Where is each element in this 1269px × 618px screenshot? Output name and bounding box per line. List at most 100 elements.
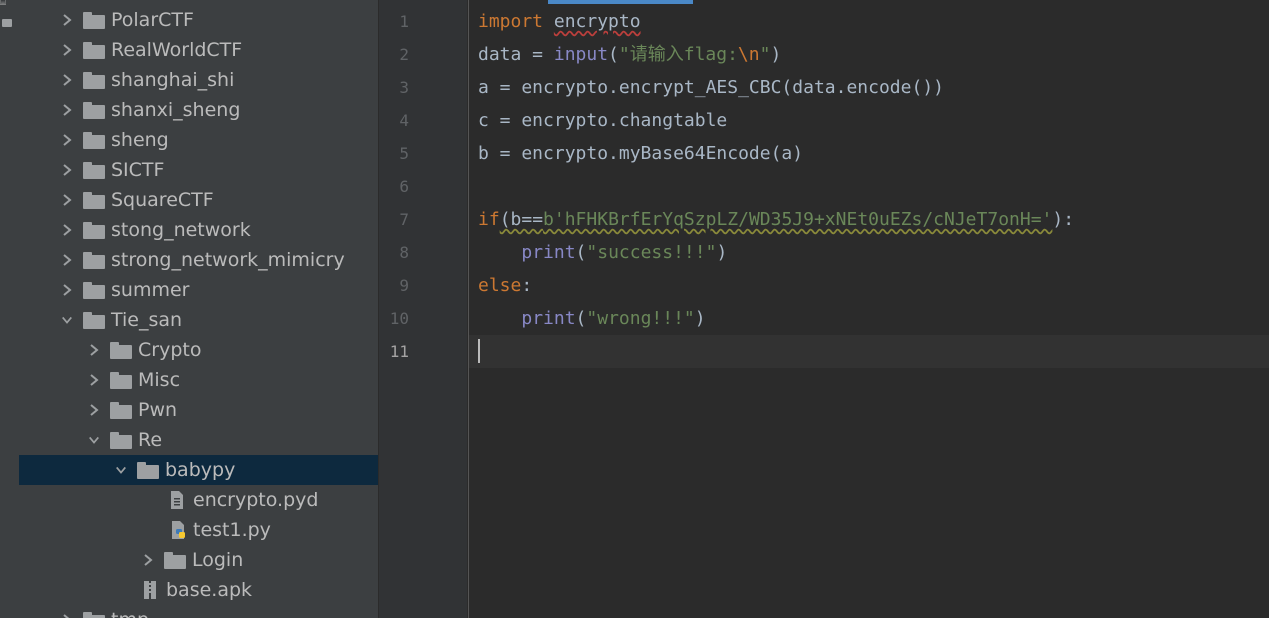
chevron-down-icon[interactable] [88,432,100,448]
folder-icon [164,551,186,569]
code-line-9[interactable]: else: [478,269,532,302]
line-number: 3 [399,78,409,97]
chevron-right-icon[interactable] [61,612,73,618]
line-number: 5 [399,144,409,163]
code-line-8[interactable]: print("success!!!") [478,236,727,269]
code-line-2[interactable]: data = input("请输入flag:\n") [478,38,781,71]
tree-item[interactable]: Misc [19,365,378,395]
folder-icon [83,131,105,149]
line-number-gutter: 1 2 3 4 5 6 7 8 9 10 11 [379,0,467,618]
tree-item[interactable]: encrypto.pyd [19,485,378,515]
tree-item-label: SquareCTF [111,189,214,211]
code-line-5[interactable]: b = encrypto.myBase64Encode(a) [478,137,803,170]
tree-item[interactable]: Re [19,425,378,455]
tree-item[interactable]: Crypto [19,335,378,365]
gutter-divider [468,0,469,618]
tree-item[interactable]: strong_network_mimicry [19,245,378,275]
chevron-right-icon[interactable] [142,552,154,568]
chevron-right-icon[interactable] [61,222,73,238]
tree-item[interactable]: shanxi_sheng [19,95,378,125]
chevron-right-icon[interactable] [61,42,73,58]
folder-tool-icon[interactable] [2,19,12,27]
line-number: 4 [399,111,409,130]
chevron-down-icon[interactable] [61,312,73,328]
chevron-down-icon[interactable] [115,462,127,478]
tree-item[interactable]: SICTF [19,155,378,185]
tree-item[interactable]: RealWorldCTF [19,35,378,65]
tree-item-label: summer [111,279,190,301]
chevron-right-icon[interactable] [88,402,100,418]
line-number: 9 [399,276,409,295]
tree-item-label: Re [138,429,163,451]
code-line-4[interactable]: c = encrypto.changtable [478,104,727,137]
tree-item-label: shanghai_shi [111,69,235,91]
tree-item[interactable]: babypy [19,455,378,485]
project-tree: PolarCTF RealWorldCTF shanghai_shi shanxi_s… [19,0,378,618]
line-number: 10 [389,309,409,328]
tree-item-label: stong_network [111,219,251,241]
chevron-right-icon[interactable] [61,12,73,28]
code-line-10[interactable]: print("wrong!!!") [478,302,705,335]
code-editor[interactable]: 1 2 3 4 5 6 7 8 9 10 11 import encrypto data = inp… [379,0,1269,618]
code-line-3[interactable]: a = encrypto.encrypt_AES_CBC(data.encode… [478,71,944,104]
active-tab-indicator [548,0,693,4]
tree-item[interactable]: sheng [19,125,378,155]
tree-item-label: SICTF [111,159,165,181]
tree-item-label: PolarCTF [111,9,194,31]
folder-icon [83,71,105,89]
line-number: 8 [399,243,409,262]
tree-item-label: shanxi_sheng [111,99,241,121]
folder-icon [83,161,105,179]
folder-icon [110,341,132,359]
tree-item[interactable]: stong_network [19,215,378,245]
tree-item-label: encrypto.pyd [193,489,319,511]
chevron-right-icon[interactable] [61,252,73,268]
line-number: 1 [399,12,409,31]
folder-icon [83,101,105,119]
tree-item[interactable]: Login [19,545,378,575]
tree-item[interactable]: summer [19,275,378,305]
folder-icon [83,611,105,618]
folder-icon [83,251,105,269]
line-number: 7 [399,210,409,229]
tree-item-label: tmp [111,605,149,618]
archive-file-icon [142,580,158,600]
chevron-right-icon[interactable] [88,342,100,358]
tree-item[interactable]: Pwn [19,395,378,425]
code-line-1[interactable]: import encrypto [478,5,641,38]
tree-item[interactable]: tmp [19,605,378,618]
folder-icon [83,11,105,29]
folder-icon [83,311,105,329]
tree-item[interactable]: shanghai_shi [19,65,378,95]
folder-icon [83,221,105,239]
tree-item[interactable]: SquareCTF [19,185,378,215]
chevron-right-icon[interactable] [61,192,73,208]
tree-item[interactable]: PolarCTF [19,5,378,35]
line-number: 11 [389,342,409,361]
tree-item-label: strong_network_mimicry [111,249,345,271]
code-line-7[interactable]: if(b==b'hFHKBrfErYqSzpLZ/WD35J9+xNEt0uEZ… [478,203,1074,236]
tree-item-label: Login [192,549,244,571]
tree-item-label: Crypto [138,339,202,361]
tree-item[interactable]: test1.py [19,515,378,545]
project-tool-icon[interactable]: ⌸ [0,0,14,10]
chevron-right-icon[interactable] [61,102,73,118]
tree-item-label: Misc [138,369,181,391]
chevron-right-icon[interactable] [61,72,73,88]
tree-item[interactable]: base.apk [19,575,378,605]
folder-icon [110,371,132,389]
tree-item-label: base.apk [166,579,253,601]
tool-window-strip: ⌸ [0,0,20,618]
folder-icon [83,41,105,59]
chevron-right-icon[interactable] [61,282,73,298]
chevron-right-icon[interactable] [61,132,73,148]
tree-item[interactable]: Tie_san [19,305,378,335]
chevron-right-icon[interactable] [61,162,73,178]
line-number: 6 [399,177,409,196]
python-file-icon [169,520,185,540]
chevron-right-icon[interactable] [88,372,100,388]
folder-icon [83,281,105,299]
tree-item-label: Tie_san [111,309,183,331]
tree-item-label: test1.py [193,519,271,541]
folder-icon [137,461,159,479]
